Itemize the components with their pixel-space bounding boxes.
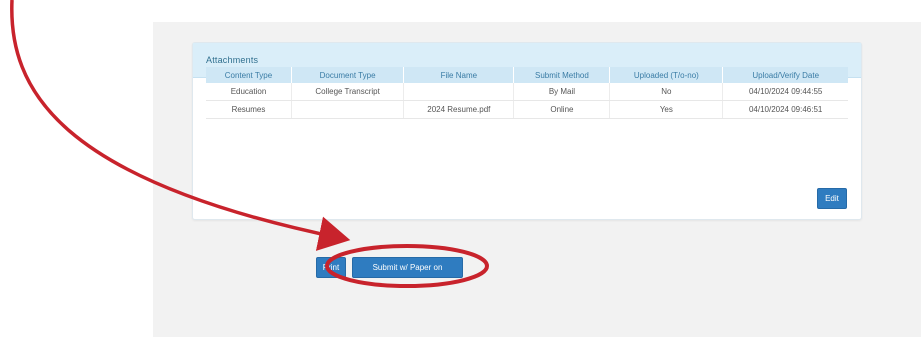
annotation-circle [325, 244, 489, 288]
annotation-arrow [10, 0, 351, 251]
annotation-overlay [10, 0, 489, 288]
